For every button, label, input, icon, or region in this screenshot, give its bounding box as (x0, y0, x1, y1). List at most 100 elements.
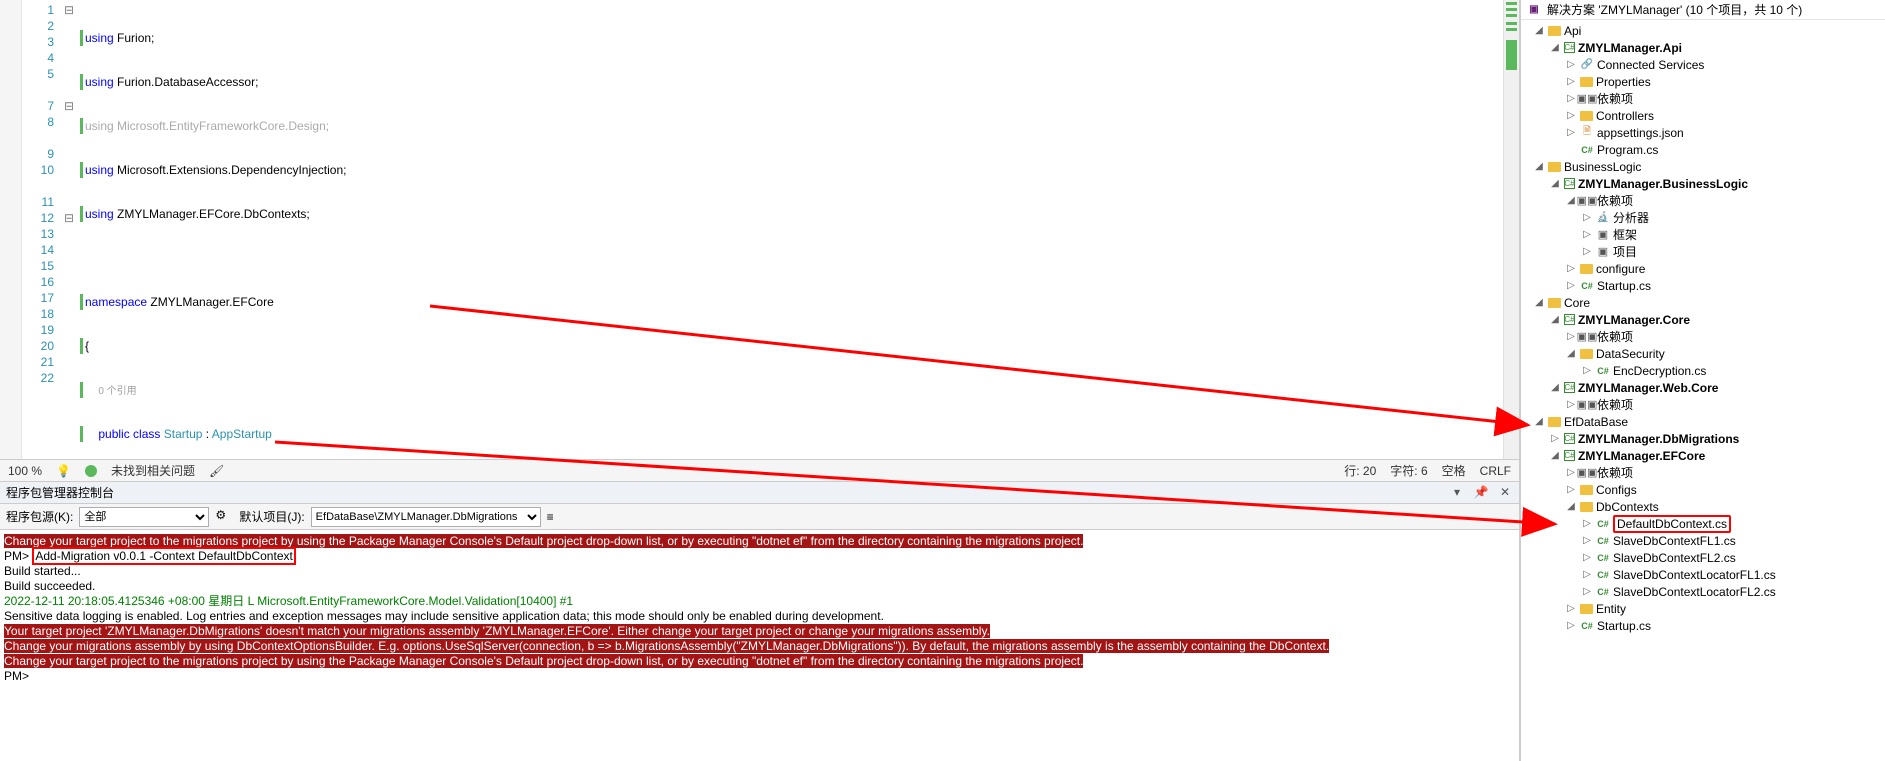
folder-api[interactable]: ◢Api (1521, 22, 1885, 39)
indent-icon[interactable]: ≡ (547, 510, 554, 524)
pin-icon[interactable]: 📌 (1473, 485, 1489, 501)
zoom-level[interactable]: 100 % (8, 464, 42, 478)
program-file[interactable]: C#Program.cs (1521, 141, 1885, 158)
csproj-icon: C# (1564, 178, 1575, 189)
solution-icon: ▣ (1527, 3, 1541, 17)
console-title: 程序包管理器控制台 (6, 484, 114, 501)
cs-icon: C# (1580, 619, 1594, 633)
code-editor[interactable]: 1234578910111213141516171819202122 ⊟⊟⊟ u… (0, 0, 1519, 459)
folder-icon (1580, 111, 1593, 121)
deps-icon: ▣▣ (1580, 398, 1594, 412)
folder-icon (1580, 502, 1593, 512)
project-dbmigrations[interactable]: ▷C#ZMYLManager.DbMigrations (1521, 430, 1885, 447)
csproj-icon: C# (1564, 42, 1575, 53)
project-efcore[interactable]: ◢C#ZMYLManager.EFCore (1521, 447, 1885, 464)
dependencies[interactable]: ▷▣▣依赖项 (1521, 396, 1885, 413)
package-source-label: 程序包源(K): (6, 508, 73, 525)
gear-icon[interactable]: ⚙ (215, 508, 233, 526)
dependencies[interactable]: ▷▣▣依赖项 (1521, 464, 1885, 481)
folder-icon (1580, 349, 1593, 359)
project-core[interactable]: ◢C#ZMYLManager.Core (1521, 311, 1885, 328)
datasecurity-folder[interactable]: ◢DataSecurity (1521, 345, 1885, 362)
folder-icon (1580, 604, 1593, 614)
gutter (0, 0, 22, 459)
fold-column[interactable]: ⊟⊟⊟ (62, 0, 76, 459)
dropdown-icon[interactable]: ▾ (1449, 485, 1465, 501)
deps-icon: ▣▣ (1580, 92, 1594, 106)
default-project-select[interactable]: EfDataBase\ZMYLManager.DbMigrations (311, 507, 541, 527)
analyzer-icon: 🔬 (1596, 211, 1610, 225)
brush-icon[interactable]: 🖌 (209, 464, 224, 478)
cs-icon: C# (1580, 279, 1594, 293)
properties-folder[interactable]: ▷Properties (1521, 73, 1885, 90)
lightbulb-icon: 💡 (56, 464, 71, 478)
solution-explorer: ▣ 解决方案 'ZMYLManager' (10 个项目，共 10 个) ◢Ap… (1520, 0, 1885, 761)
connected-services[interactable]: ▷🔗Connected Services (1521, 56, 1885, 73)
framework[interactable]: ▷▣框架 (1521, 226, 1885, 243)
code-content[interactable]: using Furion; using Furion.DatabaseAcces… (76, 0, 1503, 459)
slavedbcontextlocatorfl2-file[interactable]: ▷C#SlaveDbContextLocatorFL2.cs (1521, 583, 1885, 600)
configs-folder[interactable]: ▷Configs (1521, 481, 1885, 498)
no-issues-label: 未找到相关问题 (111, 462, 195, 479)
csproj-icon: C# (1564, 382, 1575, 393)
deps-icon: ▣▣ (1580, 194, 1594, 208)
cs-icon: C# (1580, 143, 1594, 157)
project-ref[interactable]: ▷▣项目 (1521, 243, 1885, 260)
encdecryption-file[interactable]: ▷C#EncDecryption.cs (1521, 362, 1885, 379)
status-ok-icon (85, 465, 97, 477)
configure-folder[interactable]: ▷configure (1521, 260, 1885, 277)
line-indicator: 行: 20 (1344, 462, 1376, 479)
cs-icon: C# (1596, 568, 1610, 582)
folder-icon (1580, 485, 1593, 495)
folder-icon (1548, 162, 1561, 172)
appsettings-file[interactable]: ▷🗎appsettings.json (1521, 124, 1885, 141)
startup-file[interactable]: ▷C#Startup.cs (1521, 277, 1885, 294)
csproj-icon: C# (1564, 433, 1575, 444)
csproj-icon: C# (1564, 314, 1575, 325)
csproj-icon: C# (1564, 450, 1575, 461)
project-businesslogic[interactable]: ◢C#ZMYLManager.BusinessLogic (1521, 175, 1885, 192)
close-icon[interactable]: ✕ (1497, 485, 1513, 501)
scrollbar-map[interactable] (1503, 0, 1519, 459)
analyzer[interactable]: ▷🔬分析器 (1521, 209, 1885, 226)
folder-efdatabase[interactable]: ◢EfDataBase (1521, 413, 1885, 430)
cs-icon: C# (1596, 517, 1610, 531)
dependencies[interactable]: ▷▣▣依赖项 (1521, 328, 1885, 345)
deps-icon: ▣▣ (1580, 330, 1594, 344)
connected-icon: 🔗 (1580, 58, 1594, 72)
folder-icon (1580, 264, 1593, 274)
solution-label[interactable]: 解决方案 'ZMYLManager' (10 个项目，共 10 个) (1547, 1, 1802, 18)
dependencies[interactable]: ▷▣▣依赖项 (1521, 90, 1885, 107)
folder-icon (1548, 26, 1561, 36)
cs-icon: C# (1596, 364, 1610, 378)
folder-icon (1548, 417, 1561, 427)
crlf-indicator: CRLF (1480, 464, 1511, 478)
slavedbcontextfl2-file[interactable]: ▷C#SlaveDbContextFL2.cs (1521, 549, 1885, 566)
slavedbcontextfl1-file[interactable]: ▷C#SlaveDbContextFL1.cs (1521, 532, 1885, 549)
spaces-indicator: 空格 (1442, 462, 1466, 479)
project-api[interactable]: ◢C#ZMYLManager.Api (1521, 39, 1885, 56)
project-webcore[interactable]: ◢C#ZMYLManager.Web.Core (1521, 379, 1885, 396)
package-source-select[interactable]: 全部 (79, 507, 209, 527)
console-output[interactable]: Change your target project to the migrat… (0, 530, 1519, 761)
slavedbcontextlocatorfl1-file[interactable]: ▷C#SlaveDbContextLocatorFL1.cs (1521, 566, 1885, 583)
startup-file[interactable]: ▷C#Startup.cs (1521, 617, 1885, 634)
folder-core[interactable]: ◢Core (1521, 294, 1885, 311)
controllers-folder[interactable]: ▷Controllers (1521, 107, 1885, 124)
deps-icon: ▣▣ (1580, 466, 1594, 480)
editor-status-bar: 100 % 💡 未找到相关问题 🖌 行: 20 字符: 6 空格 CRLF (0, 459, 1519, 481)
folder-icon (1580, 77, 1593, 87)
folder-businesslogic[interactable]: ◢BusinessLogic (1521, 158, 1885, 175)
default-project-label: 默认项目(J): (239, 508, 304, 525)
folder-icon (1548, 298, 1561, 308)
add-migration-command: Add-Migration v0.0.1 -Context DefaultDbC… (32, 547, 295, 565)
json-icon: 🗎 (1580, 126, 1594, 140)
solution-tree[interactable]: ◢Api ◢C#ZMYLManager.Api ▷🔗Connected Serv… (1521, 20, 1885, 761)
dbcontexts-folder[interactable]: ◢DbContexts (1521, 498, 1885, 515)
entity-folder[interactable]: ▷Entity (1521, 600, 1885, 617)
dependencies[interactable]: ◢▣▣依赖项 (1521, 192, 1885, 209)
cs-icon: C# (1596, 585, 1610, 599)
line-numbers: 1234578910111213141516171819202122 (22, 0, 62, 459)
defaultdbcontext-file[interactable]: ▷C#DefaultDbContext.cs (1521, 515, 1885, 532)
cs-icon: C# (1596, 551, 1610, 565)
